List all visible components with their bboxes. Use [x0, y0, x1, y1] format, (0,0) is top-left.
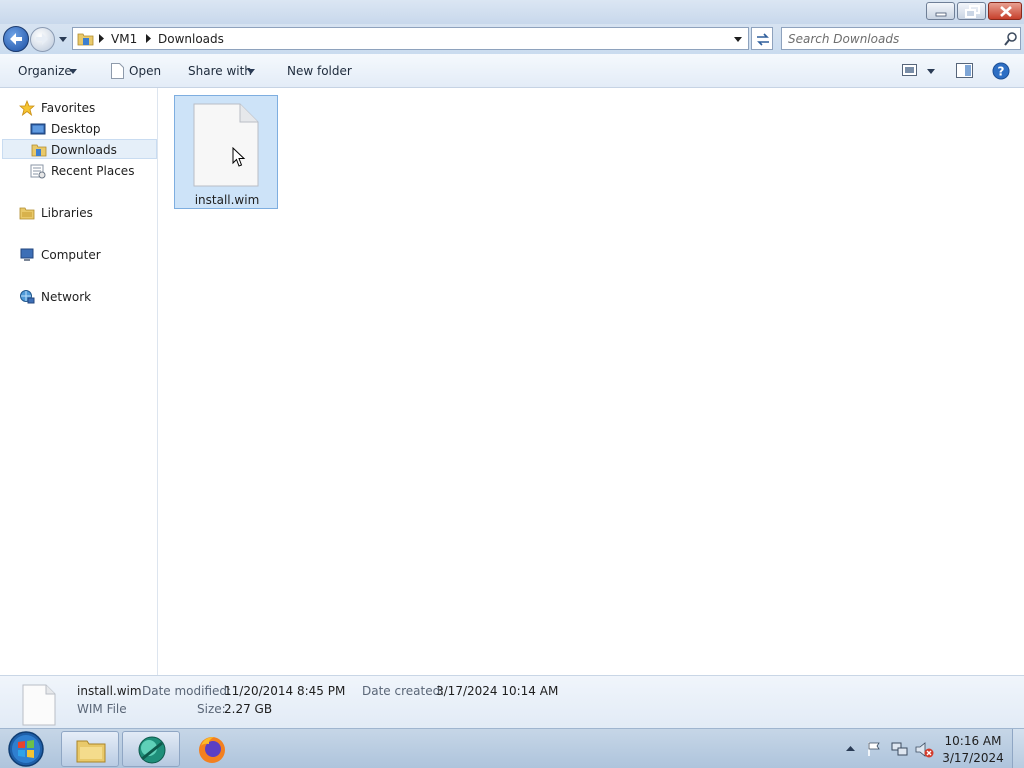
nav-computer[interactable]: Computer — [0, 245, 158, 265]
nav-favorites-label: Favorites — [41, 101, 96, 115]
search-input[interactable] — [788, 31, 998, 47]
breadcrumb-separator-icon[interactable] — [98, 34, 106, 43]
nav-network-label: Network — [41, 290, 92, 304]
nav-recent-places-label: Recent Places — [51, 164, 135, 178]
vm-app-icon — [138, 736, 166, 764]
details-date-modified-label: Date modified: — [142, 684, 232, 698]
file-list[interactable]: install.wim — [159, 88, 1024, 675]
change-view-icon[interactable] — [902, 63, 918, 77]
close-icon — [1000, 6, 1012, 17]
details-date-modified: 11/20/2014 8:45 PM — [224, 684, 346, 698]
search-icon[interactable] — [1003, 31, 1019, 47]
svg-text:?: ? — [998, 65, 1005, 79]
minimize-icon — [935, 12, 947, 17]
new-folder-button[interactable]: New folder — [287, 64, 352, 78]
refresh-icon — [757, 33, 769, 46]
minimize-button[interactable] — [926, 2, 955, 20]
details-size: 2.27 GB — [224, 702, 273, 716]
preview-pane-icon[interactable] — [956, 63, 973, 78]
taskbar-vm-app[interactable] — [122, 731, 180, 767]
details-file-name: install.wim — [77, 684, 142, 698]
title-bar — [0, 0, 1024, 24]
address-bar[interactable]: VM1 Downloads — [72, 27, 749, 50]
clock-time[interactable]: 10:16 AM — [940, 734, 1006, 748]
nav-libraries[interactable]: Libraries — [0, 203, 158, 223]
share-dropdown-icon[interactable] — [247, 69, 256, 75]
taskbar-firefox[interactable] — [183, 731, 241, 767]
breadcrumb-separator-icon[interactable] — [145, 34, 153, 43]
breadcrumb-downloads[interactable]: Downloads — [158, 32, 224, 46]
mouse-cursor-icon — [232, 147, 246, 167]
folder-icon — [77, 33, 94, 46]
command-bar: Organize Open Share with New folder ? — [0, 54, 1024, 88]
file-icon — [22, 684, 56, 726]
action-center-flag-icon[interactable] — [866, 741, 882, 757]
organize-dropdown-icon[interactable] — [69, 69, 78, 75]
address-row: VM1 Downloads — [0, 24, 1024, 54]
back-button[interactable] — [3, 26, 29, 52]
taskbar-windows-explorer[interactable] — [61, 731, 119, 767]
file-name: install.wim — [194, 193, 260, 207]
libraries-icon — [19, 207, 35, 220]
desktop-icon — [30, 123, 46, 135]
nav-recent-places[interactable]: Recent Places — [0, 161, 158, 181]
show-hidden-icons-icon[interactable] — [846, 745, 855, 752]
search-box[interactable] — [781, 27, 1021, 50]
forward-arrow-icon — [36, 33, 48, 45]
help-icon[interactable]: ? — [992, 62, 1010, 80]
start-button[interactable] — [6, 730, 46, 768]
address-history-dropdown-icon[interactable] — [733, 35, 743, 43]
downloads-folder-icon — [31, 144, 47, 157]
star-icon — [19, 100, 35, 116]
volume-muted-icon[interactable] — [915, 741, 934, 758]
file-icon — [193, 103, 259, 187]
restore-button[interactable] — [957, 2, 986, 20]
forward-button[interactable] — [30, 27, 55, 52]
clock-date[interactable]: 3/17/2024 — [940, 751, 1006, 765]
views-dropdown-icon[interactable] — [927, 69, 936, 75]
nav-libraries-label: Libraries — [41, 206, 93, 220]
nav-downloads[interactable]: Downloads — [2, 139, 157, 159]
details-pane: install.wim WIM File Date modified: 11/2… — [0, 675, 1024, 728]
file-item-install-wim[interactable]: install.wim — [174, 95, 278, 209]
windows-explorer-icon — [76, 740, 106, 763]
details-date-created: 3/17/2024 10:14 AM — [436, 684, 559, 698]
network-icon — [20, 290, 35, 304]
file-icon — [111, 63, 124, 79]
nav-network[interactable]: Network — [0, 287, 158, 307]
refresh-button[interactable] — [751, 27, 773, 50]
close-button[interactable] — [988, 2, 1022, 20]
nav-desktop[interactable]: Desktop — [0, 119, 158, 139]
open-button[interactable]: Open — [129, 64, 161, 78]
nav-computer-label: Computer — [41, 248, 101, 262]
details-file-type: WIM File — [77, 702, 127, 716]
breadcrumb-vm1[interactable]: VM1 — [111, 32, 137, 46]
recent-places-icon — [30, 164, 46, 179]
computer-icon — [20, 248, 34, 261]
firefox-icon — [199, 737, 225, 763]
back-arrow-icon — [10, 33, 22, 45]
recent-pages-dropdown-icon[interactable] — [58, 34, 68, 44]
taskbar: 10:16 AM 3/17/2024 — [0, 728, 1024, 768]
restore-icon — [965, 5, 980, 18]
show-desktop-button[interactable] — [1012, 729, 1024, 768]
nav-favorites[interactable]: Favorites — [0, 98, 158, 118]
share-with-button[interactable]: Share with — [188, 64, 252, 78]
details-size-label: Size: — [197, 702, 226, 716]
network-status-icon[interactable] — [891, 741, 908, 757]
nav-downloads-label: Downloads — [51, 143, 117, 157]
organize-button[interactable]: Organize — [18, 64, 72, 78]
nav-desktop-label: Desktop — [51, 122, 101, 136]
details-date-created-label: Date created: — [362, 684, 445, 698]
navigation-pane: Favorites Desktop Downloads Recent Place… — [0, 88, 158, 675]
